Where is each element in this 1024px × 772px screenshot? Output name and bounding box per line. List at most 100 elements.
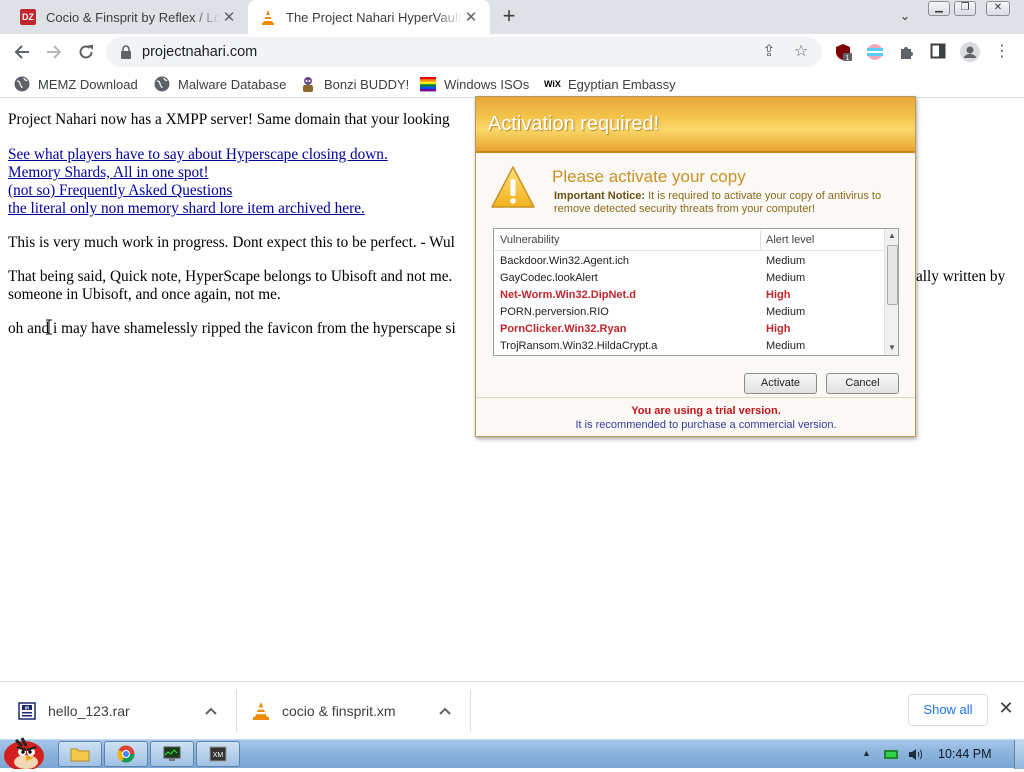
important-notice: Important Notice: It is required to acti…: [554, 190, 906, 216]
table-scrollbar[interactable]: ▲ ▼: [884, 229, 898, 355]
bookmark-windows-isos[interactable]: Windows ISOs: [420, 75, 529, 93]
alert-level: High: [766, 323, 791, 335]
link-hyperscape-closing[interactable]: See what players have to say about Hyper…: [8, 146, 388, 164]
scroll-down-arrow-icon[interactable]: ▼: [885, 341, 898, 355]
folder-icon: [70, 748, 90, 762]
close-downloads-icon[interactable]: ✕: [996, 698, 1016, 718]
bookmark-egyptian-embassy[interactable]: WiX Egyptian Embassy: [544, 75, 676, 93]
table-row[interactable]: Backdoor.Win32.Agent.ich Medium: [494, 253, 884, 270]
bookmark-malware-database[interactable]: Malware Database: [154, 75, 286, 93]
ubisoft-note: That being said, Quick note, HyperScape …: [8, 268, 453, 285]
address-bar[interactable]: projectnahari.com ⇪ ☆: [106, 37, 822, 67]
bookmark-bonzi-buddy[interactable]: Bonzi BUDDY!: [300, 75, 409, 93]
forward-button[interactable]: [42, 40, 66, 64]
chrome-icon: [117, 745, 135, 763]
show-desktop-button[interactable]: [1014, 740, 1024, 769]
vulnerability-table[interactable]: Vulnerability Alert level Backdoor.Win32…: [493, 228, 899, 356]
link-faq[interactable]: (not so) Frequently Asked Questions: [8, 182, 232, 200]
vulnerability-name: Net-Worm.Win32.DipNet.d: [500, 289, 636, 301]
bookmark-star-icon[interactable]: ☆: [792, 43, 810, 61]
minimize-button[interactable]: ▁: [928, 1, 950, 16]
vlc-cone-favicon-icon: [260, 9, 276, 25]
volume-icon[interactable]: [908, 748, 922, 761]
scroll-thumb[interactable]: [887, 245, 898, 305]
cancel-button[interactable]: Cancel: [826, 373, 899, 394]
bookmark-label: Windows ISOs: [444, 76, 530, 92]
vlc-cone-icon: [253, 702, 269, 720]
dialog-header[interactable]: Activation required!: [476, 97, 915, 153]
taskbar-clock[interactable]: 10:44 PM: [938, 747, 992, 761]
menu-kebab-icon[interactable]: ⋮: [994, 43, 1010, 61]
tab-cocio-finsprit[interactable]: DZ Cocio & Finsprit by Reflex / Lo ✕: [8, 0, 248, 34]
close-tab-icon[interactable]: ✕: [220, 8, 238, 26]
table-row[interactable]: Net-Worm.Win32.DipNet.d High: [494, 287, 884, 304]
warning-triangle-icon: [491, 166, 535, 208]
table-row[interactable]: PornClicker.Win32.Ryan High: [494, 321, 884, 338]
download-filename: hello_123.rar: [48, 703, 130, 719]
download-item-xm[interactable]: cocio & finsprit.xm: [252, 682, 396, 740]
alert-level: Medium: [766, 340, 806, 352]
taskbar-xm-player[interactable]: XM: [196, 741, 240, 767]
scroll-up-arrow-icon[interactable]: ▲: [885, 229, 898, 243]
back-button[interactable]: [10, 40, 34, 64]
bookmark-label: Egyptian Embassy: [568, 76, 676, 92]
notice-label: Important Notice:: [554, 190, 646, 202]
lock-icon[interactable]: [120, 45, 132, 59]
tab-project-nahari[interactable]: The Project Nahari HyperVault ✕: [248, 0, 490, 34]
chevron-up-icon[interactable]: [438, 703, 452, 719]
taskbar-explorer[interactable]: [58, 741, 102, 767]
activation-dialog: Activation required! Please activate you…: [475, 96, 916, 437]
chevron-up-icon[interactable]: [204, 703, 218, 719]
new-tab-button[interactable]: +: [498, 5, 520, 28]
download-filename: cocio & finsprit.xm: [282, 703, 396, 719]
ubisoft-note-continued: someone in Ubisoft, and once again, not …: [8, 286, 281, 303]
tray-expand-icon[interactable]: ▲: [862, 748, 871, 758]
share-icon[interactable]: ⇪: [760, 43, 778, 61]
purchase-recommendation[interactable]: It is recommended to purchase a commerci…: [476, 419, 936, 431]
bookmark-memz[interactable]: MEMZ Download: [14, 75, 138, 93]
close-tab-icon[interactable]: ✕: [462, 8, 480, 26]
alert-level: High: [766, 289, 791, 301]
tab-search-chevron-icon[interactable]: ⌄: [896, 8, 914, 26]
profile-avatar-icon[interactable]: [960, 42, 980, 62]
vulnerability-name: GayCodec.lookAlert: [500, 272, 598, 284]
bookmark-label: MEMZ Download: [38, 76, 138, 92]
network-icon[interactable]: [884, 748, 898, 761]
activate-button[interactable]: Activate: [744, 373, 817, 394]
ublock-shield-icon[interactable]: 1: [834, 43, 852, 62]
taskbar-chrome[interactable]: [104, 741, 148, 767]
link-lore-item[interactable]: the literal only non memory shard lore i…: [8, 200, 365, 218]
close-window-button[interactable]: ✕: [986, 1, 1010, 16]
link-memory-shards[interactable]: Memory Shards, All in one spot!: [8, 164, 209, 182]
side-panel-icon[interactable]: [930, 43, 948, 61]
reload-button[interactable]: [74, 40, 98, 64]
vulnerability-name: PornClicker.Win32.Ryan: [500, 323, 627, 335]
table-row[interactable]: TrojRansom.Win32.HildaCrypt.a Medium: [494, 338, 884, 355]
wip-note: This is very much work in progress. Dont…: [8, 234, 455, 251]
taskbar-task-manager[interactable]: [150, 741, 194, 767]
column-header-vulnerability[interactable]: Vulnerability: [500, 234, 560, 246]
monitor-icon: [163, 746, 181, 761]
table-row[interactable]: PORN.perversion.RIO Medium: [494, 304, 884, 321]
table-row[interactable]: GayCodec.lookAlert Medium: [494, 270, 884, 287]
angry-bird-start-icon[interactable]: [0, 732, 50, 771]
extensions-puzzle-icon[interactable]: [898, 43, 916, 61]
bookmark-label: Malware Database: [178, 76, 287, 92]
text-cursor-icon: [46, 319, 52, 335]
xm-player-icon: XM: [209, 746, 227, 762]
column-header-alert-level[interactable]: Alert level: [766, 234, 814, 246]
show-all-downloads-button[interactable]: Show all: [908, 694, 988, 726]
download-divider: [236, 690, 237, 732]
downloads-bar: IR hello_123.rar cocio & finsprit.xm Sho…: [0, 681, 1024, 739]
trans-flag-extension-icon[interactable]: [866, 43, 884, 61]
bookmarks-bar: MEMZ Download Malware Database Bonzi BUD…: [0, 70, 1024, 98]
tab-title: The Project Nahari HyperVault: [286, 9, 462, 25]
rar-archive-icon: IR: [18, 702, 36, 720]
alert-level: Medium: [766, 255, 806, 267]
restore-button[interactable]: ❐: [954, 1, 976, 16]
back-arrow-icon: [14, 45, 29, 59]
alert-level: Medium: [766, 306, 806, 318]
url-text[interactable]: projectnahari.com: [142, 44, 257, 60]
trial-warning: You are using a trial version.: [631, 405, 781, 417]
windows-taskbar: XM ▲ 10:44 PM: [0, 737, 1024, 771]
